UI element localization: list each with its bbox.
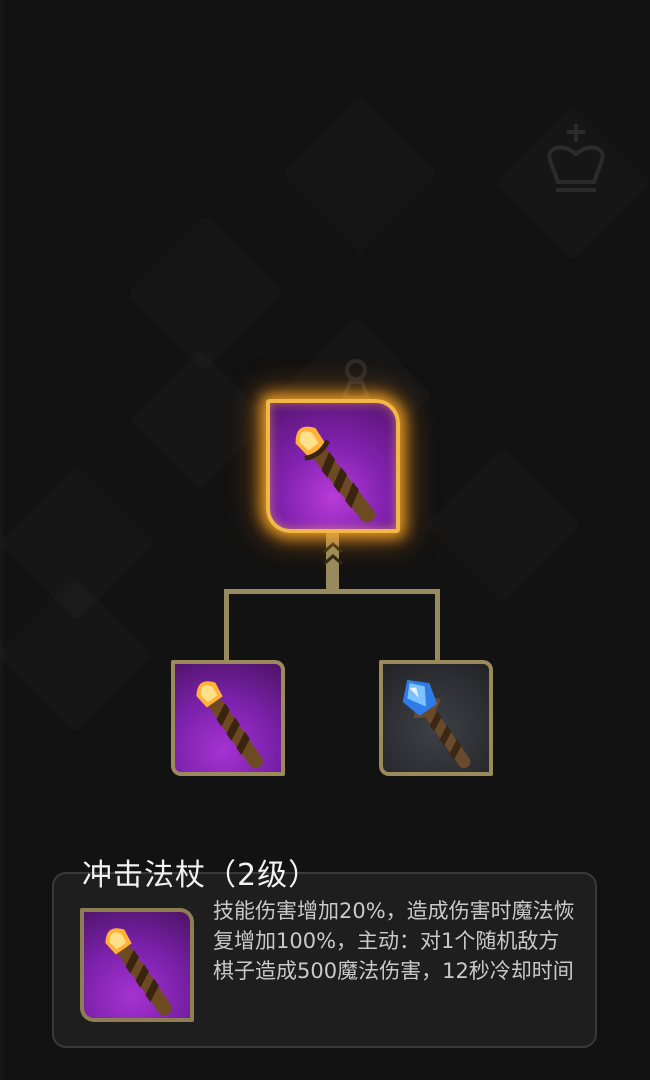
tooltip-item-icon xyxy=(80,908,194,1022)
tree-connector-right xyxy=(435,589,440,662)
impact-staff-icon xyxy=(295,426,376,523)
bg-board-tile xyxy=(425,447,581,603)
component-item-slot-2[interactable] xyxy=(379,660,493,776)
tree-connector-left xyxy=(224,589,229,662)
bg-board-tile xyxy=(127,215,283,371)
king-piece-icon xyxy=(547,124,605,192)
bg-board-tile xyxy=(129,349,270,490)
bg-board-tile xyxy=(282,97,438,253)
component-item-slot-1[interactable] xyxy=(171,660,285,776)
result-item-slot[interactable] xyxy=(266,399,400,533)
item-tree-screen: 冲击法杖（2级） 技能伤害增加20%，造成伤害时魔法恢复增加100%，主动：对1… xyxy=(0,0,650,1080)
tree-connector-horizontal xyxy=(224,589,440,594)
twisted-staff-icon xyxy=(196,681,263,769)
upgrade-chevron-icon xyxy=(323,553,343,566)
item-description: 技能伤害增加20%，造成伤害时魔法恢复增加100%，主动：对1个随机敌方棋子造成… xyxy=(213,899,575,983)
item-title: 冲击法杖（2级） xyxy=(82,858,320,893)
bg-board-tile xyxy=(0,577,153,733)
blue-gem-staff-icon xyxy=(402,679,471,769)
pawn-piece-icon xyxy=(341,359,371,400)
impact-staff-icon xyxy=(105,928,172,1016)
